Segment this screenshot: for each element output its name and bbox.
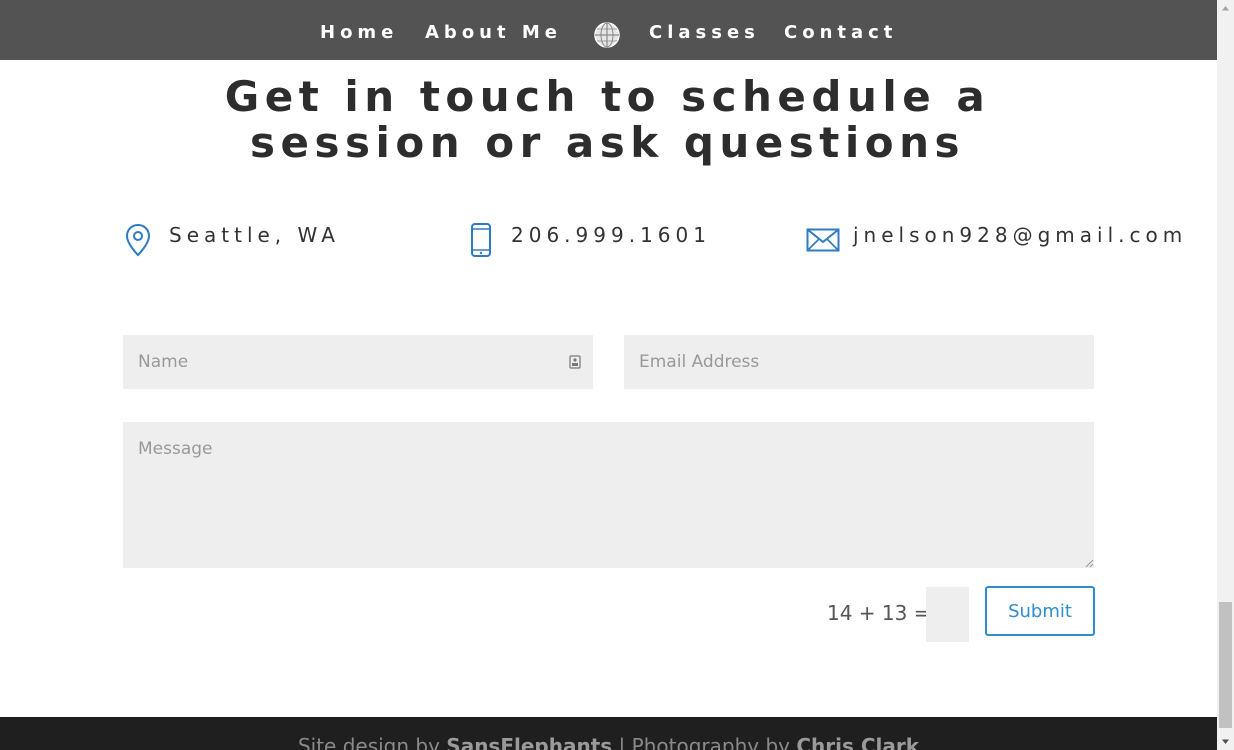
map-pin-icon (125, 223, 151, 257)
location-text: Seattle, WA (169, 223, 340, 247)
captcha-question: 14 + 13 = (827, 601, 931, 625)
email-text: jnelson928@gmail.com (853, 223, 1188, 247)
site-footer: Site design by SansElephants | Photograp… (0, 717, 1217, 750)
phone-text: 206.999.1601 (511, 223, 711, 247)
footer-design-prefix: Site design by (297, 734, 440, 750)
footer-credits: Site design by SansElephants | Photograp… (0, 734, 1217, 750)
nav-classes-link[interactable]: Classes (649, 22, 760, 44)
globe-logo-icon[interactable] (593, 21, 621, 49)
submit-button[interactable]: Submit (985, 586, 1095, 636)
scroll-up-arrow-icon[interactable] (1217, 0, 1234, 17)
captcha-answer-input[interactable] (926, 587, 969, 642)
resize-grip-icon[interactable] (1084, 558, 1094, 568)
nav-contact-link[interactable]: Contact (784, 22, 897, 44)
message-textarea[interactable] (123, 422, 1094, 568)
email-input[interactable] (624, 335, 1094, 389)
envelope-icon (806, 228, 840, 252)
footer-photo-prefix: Photography by (631, 734, 790, 750)
top-navbar: Home About Me Classes Contact (0, 0, 1217, 60)
scroll-down-arrow-icon[interactable] (1217, 733, 1234, 750)
nav-home-link[interactable]: Home (320, 22, 398, 44)
name-input[interactable] (123, 335, 593, 389)
footer-designer-link[interactable]: SansElephants (446, 734, 612, 750)
scrollbar-thumb[interactable] (1219, 602, 1232, 728)
nav-about-link[interactable]: About Me (425, 22, 562, 44)
phone-icon (471, 223, 491, 257)
contact-card-icon[interactable] (569, 355, 581, 369)
footer-photographer-link[interactable]: Chris Clark (796, 734, 919, 750)
footer-separator: | (618, 734, 626, 750)
page-heading: Get in touch to schedule a session or as… (224, 72, 991, 167)
